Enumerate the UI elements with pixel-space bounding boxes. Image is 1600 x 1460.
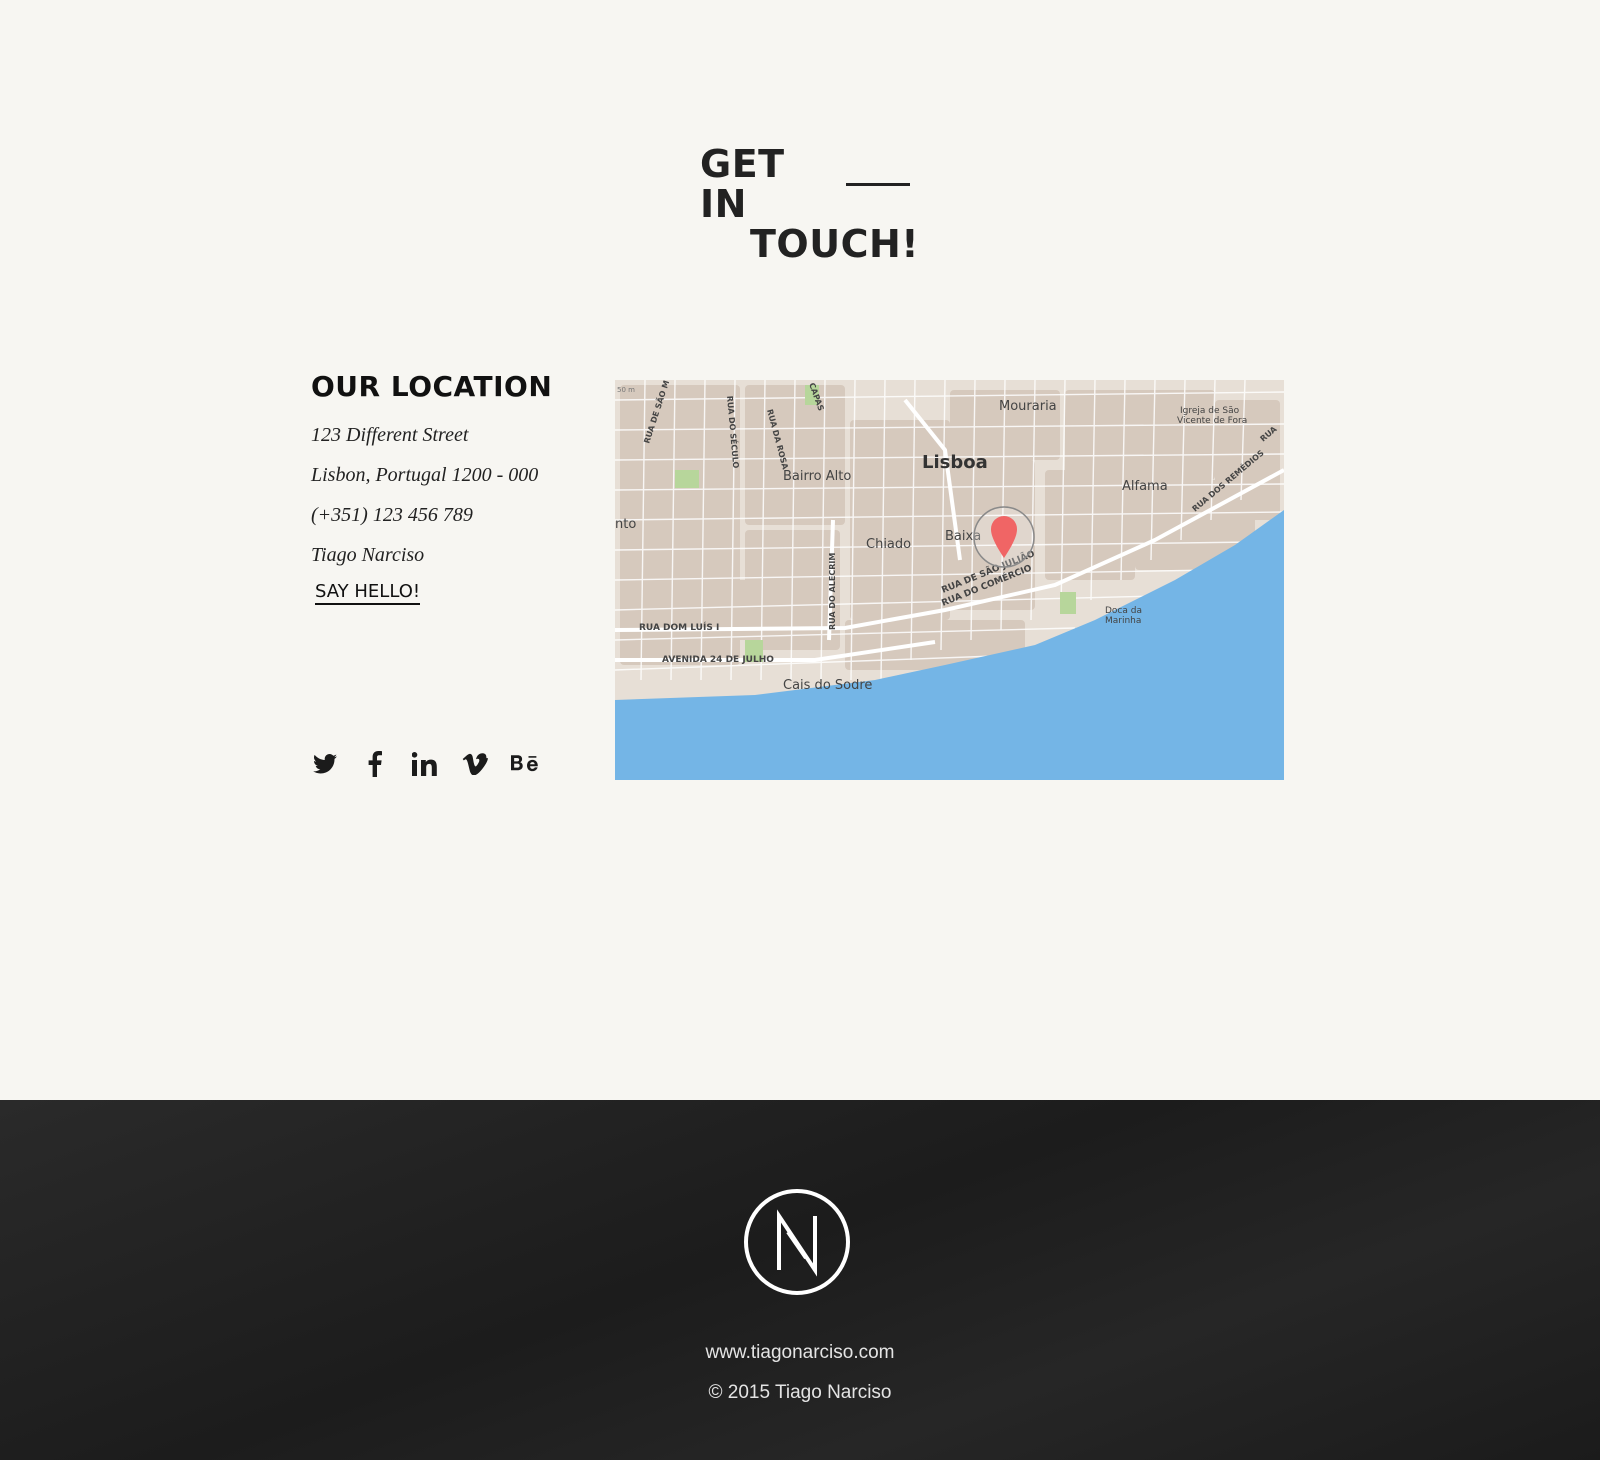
map-label-igreja-2: Vicente de Fora [1177,416,1247,426]
social-links [311,750,539,778]
footer-copyright: © 2015 Tiago Narciso [708,1382,892,1403]
name-line: Tiago Narciso [311,544,425,566]
map-label-av-24: AVENIDA 24 DE JULHO [662,655,774,665]
map-pin-icon [973,506,1035,568]
facebook-icon[interactable] [361,750,389,778]
map-label-alecrim: RUA DO ALECRIM [828,553,837,630]
twitter-icon[interactable] [311,750,339,778]
heading-line-2: TOUCH! [750,222,920,266]
map-label-doca-1: Doca da [1105,606,1142,616]
heading-dash [846,182,910,186]
location-title: OUR LOCATION [311,370,553,403]
map-label-chiado: Chiado [866,537,911,552]
map-label-cais-do-sodre: Cais do Sodre [783,678,872,693]
phone-line: (+351) 123 456 789 [311,504,473,526]
map-label-lisboa: Lisboa [922,452,988,473]
section-heading: GET IN TOUCH! [700,142,920,266]
map-label-dom-luis: RUA DOM LUÍS I [639,621,719,633]
behance-icon[interactable] [511,750,539,778]
brand-logo-icon [743,1188,851,1296]
map-label-bairro-alto: Bairro Alto [783,469,851,484]
linkedin-icon[interactable] [411,750,439,778]
say-hello-link[interactable]: SAY HELLO! [315,581,421,605]
vimeo-icon[interactable] [461,750,489,778]
map-label-igreja-1: Igreja de São [1180,406,1240,416]
contact-section: GET IN TOUCH! OUR LOCATION 123 Different… [0,0,1600,1100]
location-block: OUR LOCATION 123 Different Street Lisbon… [311,370,601,605]
map-scale-label: 50 m [617,386,635,394]
heading-line-1: GET IN [700,142,785,226]
map-label-alfama: Alfama [1122,479,1168,494]
map-label-doca-2: Marinha [1105,616,1141,626]
footer-website[interactable]: www.tiagonarciso.com [0,1342,1600,1364]
map-label-nto: nto [615,517,636,532]
map-label-mouraria: Mouraria [999,399,1057,414]
location-map[interactable]: Lisboa Mouraria Igreja de São Vicente de… [615,380,1284,780]
city-line: Lisbon, Portugal 1200 - 000 [311,464,539,486]
address-line: 123 Different Street [311,424,469,446]
